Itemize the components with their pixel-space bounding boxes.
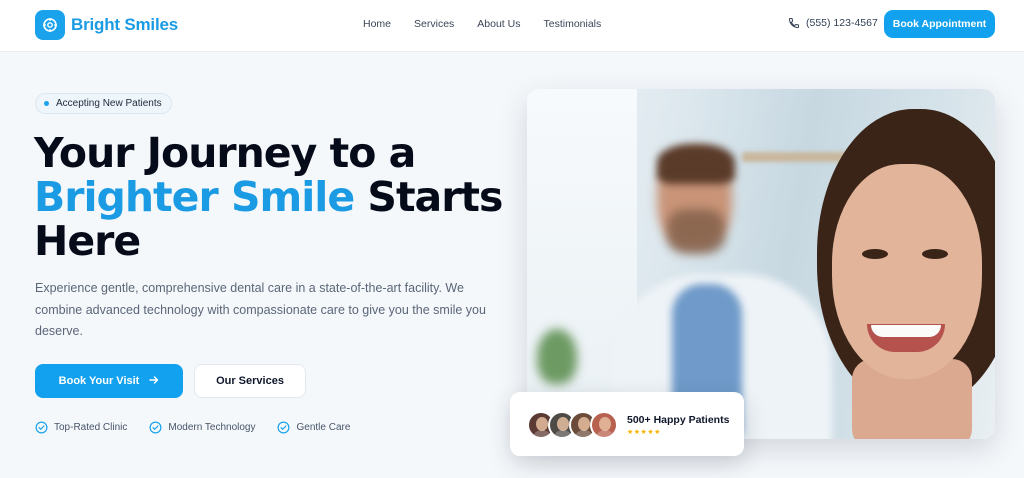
feature-top-rated: Top-Rated Clinic: [35, 421, 127, 434]
headline-highlight: Brighter Smile: [34, 173, 355, 221]
nav-item-services[interactable]: Services: [414, 18, 454, 30]
hero-headline: Your Journey to a Brighter Smile Starts …: [34, 131, 504, 263]
tooth-icon: [35, 10, 65, 40]
patient-avatars: [527, 411, 618, 439]
brand-name: Bright Smiles: [71, 15, 178, 34]
badge-label: Accepting New Patients: [56, 98, 162, 109]
main-nav: Home Services About Us Testimonials: [363, 18, 624, 30]
avatar: [590, 411, 618, 439]
feature-label: Modern Technology: [168, 422, 256, 433]
status-dot-icon: [44, 101, 49, 106]
book-your-visit-button[interactable]: Book Your Visit: [35, 364, 183, 398]
photo-shelf: [742, 152, 852, 162]
feature-list: Top-Rated Clinic Modern Technology Gentl…: [35, 421, 372, 434]
accepting-patients-badge: Accepting New Patients: [35, 93, 172, 114]
arrow-right-icon: [149, 375, 159, 388]
brand-logo[interactable]: Bright Smiles: [35, 10, 178, 40]
happy-patients-title: 500+ Happy Patients: [627, 414, 730, 426]
phone-link[interactable]: (555) 123-4567: [788, 17, 878, 29]
headline-after: Starts: [367, 173, 503, 221]
hero-lead-text: Experience gentle, comprehensive dental …: [35, 281, 486, 338]
check-circle-icon: [277, 421, 290, 434]
photo-patient-eye: [922, 249, 948, 259]
feature-gentle-care: Gentle Care: [277, 421, 350, 434]
phone-number: (555) 123-4567: [806, 17, 878, 29]
rating-stars-icon: ★★★★★: [627, 429, 661, 436]
photo-dentist-beard: [667, 209, 725, 254]
happy-patients-card: 500+ Happy Patients ★★★★★: [510, 392, 744, 456]
nav-item-about-us[interactable]: About Us: [477, 18, 520, 30]
photo-patient-teeth: [871, 325, 941, 337]
photo-dentist-hair: [657, 144, 735, 184]
check-circle-icon: [35, 421, 48, 434]
photo-plant: [537, 329, 577, 384]
headline-line-3: Here: [34, 217, 141, 265]
nav-item-home[interactable]: Home: [363, 18, 391, 30]
feature-modern-technology: Modern Technology: [149, 421, 255, 434]
our-services-button[interactable]: Our Services: [194, 364, 306, 398]
hero-photo: [527, 89, 995, 439]
site-header: Bright Smiles Home Services About Us Tes…: [0, 0, 1024, 52]
book-your-visit-label: Book Your Visit: [58, 375, 140, 387]
check-circle-icon: [149, 421, 162, 434]
nav-item-testimonials[interactable]: Testimonials: [543, 18, 601, 30]
feature-label: Top-Rated Clinic: [54, 422, 128, 433]
headline-line-1: Your Journey to a: [34, 129, 416, 177]
feature-label: Gentle Care: [296, 422, 351, 433]
phone-icon: [788, 18, 799, 29]
photo-patient-eye: [862, 249, 888, 259]
book-appointment-button[interactable]: Book Appointment: [884, 10, 995, 38]
